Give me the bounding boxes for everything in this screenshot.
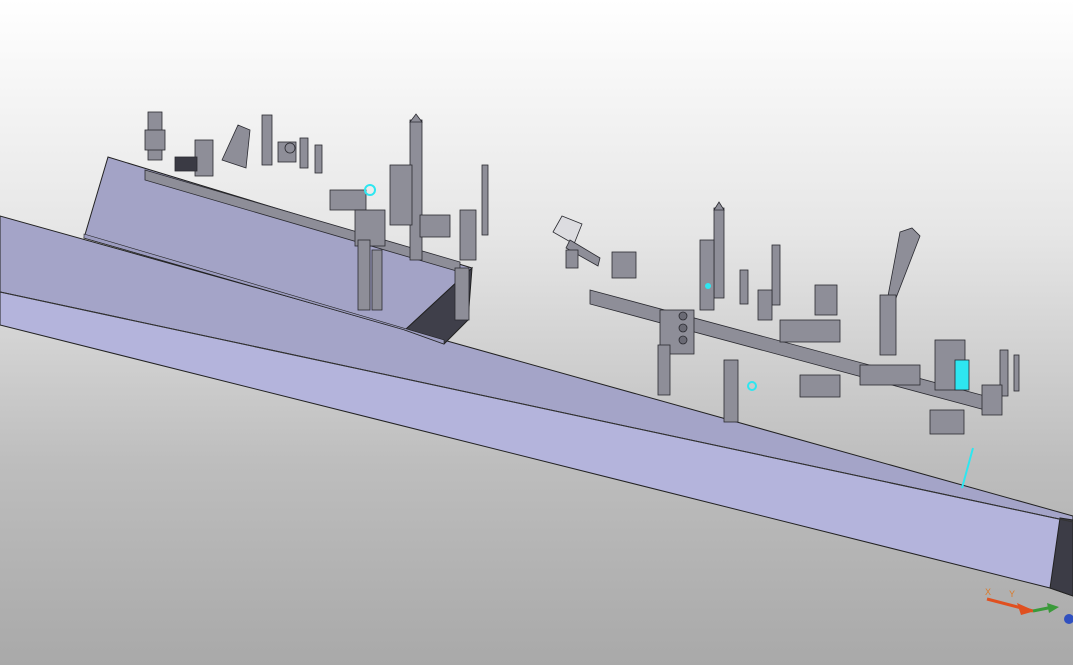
left-right-clamp: [419, 214, 451, 238]
left-tall-post-1-tip: [409, 113, 423, 123]
right-motor-block: [611, 251, 637, 279]
left-clamp-post-2: [194, 139, 214, 177]
right-end-block: [981, 384, 1003, 416]
left-cylinder-block: [174, 156, 198, 172]
left-pin-2: [314, 144, 323, 174]
right-tall-arm-base: [879, 294, 897, 356]
base-rail-front-face: [0, 291, 1073, 597]
right-tall-post-1: [713, 207, 725, 299]
cyan-guide-line: [961, 447, 974, 489]
left-mid-clamp: [329, 189, 367, 211]
left-tall-post-1-body: [389, 164, 413, 226]
right-cylinder-1: [657, 344, 671, 396]
compass-x-arrow: [1017, 603, 1035, 615]
right-lower-block-1: [799, 374, 841, 398]
left-clamp-post-3: [261, 114, 273, 166]
right-end-pin-1: [1013, 354, 1020, 392]
right-mid-block: [779, 319, 841, 343]
right-cylinder-2: [723, 359, 739, 423]
right-lower-block-2: [859, 364, 921, 386]
compass-icon: [986, 597, 1073, 624]
right-highlight-dot: [705, 283, 711, 289]
right-highlight-part: [954, 359, 970, 391]
compass-x-label: X: [985, 587, 992, 597]
right-arm-foot: [565, 249, 579, 269]
compass-z-axis: [1064, 614, 1073, 624]
left-pin-1: [299, 137, 309, 169]
left-knob: [284, 142, 296, 154]
left-cylinder-1: [357, 239, 371, 311]
left-cylinder-2: [371, 249, 383, 311]
right-tall-post-1-tip: [713, 201, 725, 211]
right-valve-port-3: [678, 335, 688, 345]
base-rail-edge: [0, 291, 1073, 523]
left-tall-post-2-body: [459, 209, 477, 261]
left-highlight-ring: [364, 184, 376, 196]
right-pin-1: [739, 269, 749, 305]
right-post-2: [771, 244, 781, 306]
left-side-bracket: [454, 267, 470, 321]
compass-y-label: Y: [1009, 589, 1016, 599]
right-tall-arm: [887, 227, 921, 299]
right-lower-block-3: [929, 409, 965, 435]
right-valve-port-2: [678, 323, 688, 333]
right-arm-head: [552, 215, 583, 245]
orientation-compass[interactable]: X Y: [973, 587, 1073, 633]
cad-scene[interactable]: [0, 0, 1073, 665]
3d-viewport[interactable]: X Y: [0, 0, 1073, 665]
left-tall-post-2-rod: [481, 164, 489, 236]
left-clamp-head-1: [144, 129, 166, 151]
right-highlight-ring: [747, 381, 757, 391]
right-valve-port-1: [678, 311, 688, 321]
right-tall-post-1-body: [699, 239, 715, 311]
right-clamp-1: [814, 284, 838, 316]
left-clamp-arm-1: [221, 124, 251, 169]
right-pin-block: [757, 289, 773, 321]
base-rail[interactable]: [0, 215, 1073, 597]
compass-y-arrow: [1047, 603, 1059, 613]
